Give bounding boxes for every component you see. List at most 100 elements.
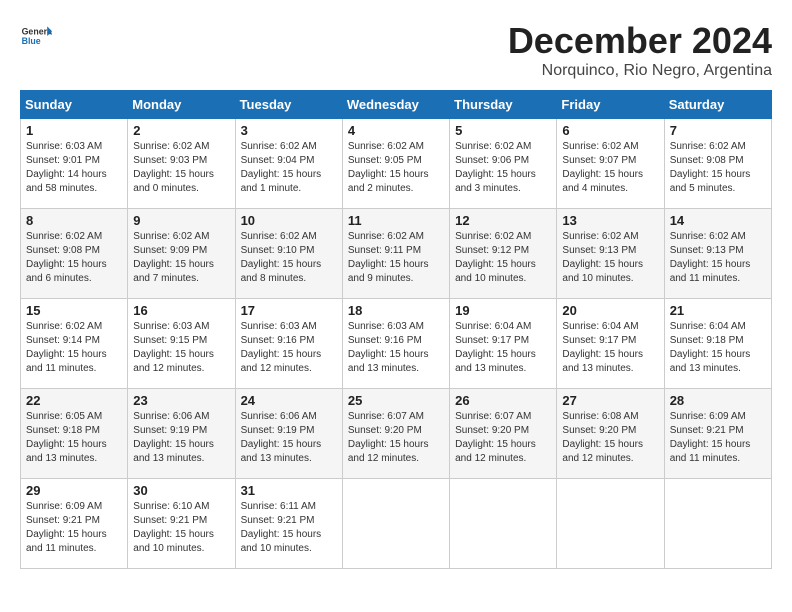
day-info: Sunrise: 6:03 AM Sunset: 9:15 PM Dayligh… — [133, 320, 229, 376]
logo-icon: General Blue — [20, 20, 52, 52]
svg-text:Blue: Blue — [22, 36, 41, 46]
calendar-cell — [342, 479, 449, 569]
day-info: Sunrise: 6:10 AM Sunset: 9:21 PM Dayligh… — [133, 500, 229, 556]
day-info: Sunrise: 6:05 AM Sunset: 9:18 PM Dayligh… — [26, 410, 122, 466]
title-block: December 2024 Norquinco, Rio Negro, Arge… — [508, 20, 772, 80]
day-number: 20 — [562, 303, 658, 318]
calendar-cell: 9Sunrise: 6:02 AM Sunset: 9:09 PM Daylig… — [128, 209, 235, 299]
calendar-cell: 19 Sunrise: 6:04 AM Sunset: 9:17 PM Dayli… — [450, 299, 557, 389]
calendar-cell: 31 Sunrise: 6:11 AM Sunset: 9:21 PM Dayli… — [235, 479, 342, 569]
calendar-cell: 10 Sunrise: 6:02 AM Sunset: 9:10 PM Dayli… — [235, 209, 342, 299]
day-number: 29 — [26, 483, 122, 498]
calendar-cell: 12Sunrise: 6:02 AM Sunset: 9:12 PM Dayli… — [450, 209, 557, 299]
calendar-cell — [664, 479, 771, 569]
week-row-3: 15Sunrise: 6:02 AM Sunset: 9:14 PM Dayli… — [21, 299, 772, 389]
day-number: 23 — [133, 393, 229, 408]
day-number: 21 — [670, 303, 766, 318]
day-info: Sunrise: 6:02 AM Sunset: 9:07 PM Dayligh… — [562, 140, 658, 196]
calendar-cell: 6 Sunrise: 6:02 AM Sunset: 9:07 PM Daylig… — [557, 119, 664, 209]
day-number: 11 — [348, 213, 444, 228]
day-info: Sunrise: 6:02 AM Sunset: 9:08 PM Dayligh… — [26, 230, 122, 286]
logo: General Blue — [20, 20, 52, 52]
day-number: 30 — [133, 483, 229, 498]
calendar-cell: 11 Sunrise: 6:02 AM Sunset: 9:11 PM Dayli… — [342, 209, 449, 299]
day-number: 15 — [26, 303, 122, 318]
calendar-cell: 25Sunrise: 6:07 AM Sunset: 9:20 PM Dayli… — [342, 389, 449, 479]
day-number: 31 — [241, 483, 337, 498]
day-number: 6 — [562, 123, 658, 138]
header-tuesday: Tuesday — [235, 91, 342, 119]
day-info: Sunrise: 6:03 AM Sunset: 9:16 PM Dayligh… — [348, 320, 444, 376]
calendar-cell: 15Sunrise: 6:02 AM Sunset: 9:14 PM Dayli… — [21, 299, 128, 389]
day-number: 28 — [670, 393, 766, 408]
day-number: 17 — [241, 303, 337, 318]
day-number: 19 — [455, 303, 551, 318]
day-info: Sunrise: 6:11 AM Sunset: 9:21 PM Dayligh… — [241, 500, 337, 556]
calendar-cell: 28Sunrise: 6:09 AM Sunset: 9:21 PM Dayli… — [664, 389, 771, 479]
day-number: 2 — [133, 123, 229, 138]
calendar-cell: 3 Sunrise: 6:02 AM Sunset: 9:04 PM Daylig… — [235, 119, 342, 209]
month-title: December 2024 — [508, 20, 772, 62]
calendar-cell: 4 Sunrise: 6:02 AM Sunset: 9:05 PM Daylig… — [342, 119, 449, 209]
calendar-cell — [450, 479, 557, 569]
calendar-cell: 22 Sunrise: 6:05 AM Sunset: 9:18 PM Dayli… — [21, 389, 128, 479]
day-number: 3 — [241, 123, 337, 138]
day-info: Sunrise: 6:02 AM Sunset: 9:04 PM Dayligh… — [241, 140, 337, 196]
day-number: 22 — [26, 393, 122, 408]
header-thursday: Thursday — [450, 91, 557, 119]
calendar-cell: 21 Sunrise: 6:04 AM Sunset: 9:18 PM Dayli… — [664, 299, 771, 389]
day-number: 16 — [133, 303, 229, 318]
day-info: Sunrise: 6:02 AM Sunset: 9:11 PM Dayligh… — [348, 230, 444, 286]
calendar-cell: 23 Sunrise: 6:06 AM Sunset: 9:19 PM Dayli… — [128, 389, 235, 479]
week-row-2: 8Sunrise: 6:02 AM Sunset: 9:08 PM Daylig… — [21, 209, 772, 299]
day-number: 1 — [26, 123, 122, 138]
week-row-4: 22 Sunrise: 6:05 AM Sunset: 9:18 PM Dayli… — [21, 389, 772, 479]
day-info: Sunrise: 6:02 AM Sunset: 9:06 PM Dayligh… — [455, 140, 551, 196]
calendar-cell — [557, 479, 664, 569]
day-number: 4 — [348, 123, 444, 138]
header-monday: Monday — [128, 91, 235, 119]
calendar-cell: 27 Sunrise: 6:08 AM Sunset: 9:20 PM Dayli… — [557, 389, 664, 479]
day-number: 9 — [133, 213, 229, 228]
calendar-cell: 7Sunrise: 6:02 AM Sunset: 9:08 PM Daylig… — [664, 119, 771, 209]
day-number: 5 — [455, 123, 551, 138]
day-info: Sunrise: 6:04 AM Sunset: 9:18 PM Dayligh… — [670, 320, 766, 376]
day-info: Sunrise: 6:02 AM Sunset: 9:12 PM Dayligh… — [455, 230, 551, 286]
calendar-cell: 18Sunrise: 6:03 AM Sunset: 9:16 PM Dayli… — [342, 299, 449, 389]
calendar-cell: 1Sunrise: 6:03 AM Sunset: 9:01 PM Daylig… — [21, 119, 128, 209]
calendar-cell: 26Sunrise: 6:07 AM Sunset: 9:20 PM Dayli… — [450, 389, 557, 479]
day-info: Sunrise: 6:04 AM Sunset: 9:17 PM Dayligh… — [455, 320, 551, 376]
week-row-1: 1Sunrise: 6:03 AM Sunset: 9:01 PM Daylig… — [21, 119, 772, 209]
calendar-cell: 30 Sunrise: 6:10 AM Sunset: 9:21 PM Dayli… — [128, 479, 235, 569]
header-wednesday: Wednesday — [342, 91, 449, 119]
day-number: 13 — [562, 213, 658, 228]
calendar-cell: 13Sunrise: 6:02 AM Sunset: 9:13 PM Dayli… — [557, 209, 664, 299]
day-number: 27 — [562, 393, 658, 408]
day-info: Sunrise: 6:08 AM Sunset: 9:20 PM Dayligh… — [562, 410, 658, 466]
calendar-cell: 5 Sunrise: 6:02 AM Sunset: 9:06 PM Daylig… — [450, 119, 557, 209]
day-number: 24 — [241, 393, 337, 408]
day-info: Sunrise: 6:02 AM Sunset: 9:13 PM Dayligh… — [670, 230, 766, 286]
day-info: Sunrise: 6:02 AM Sunset: 9:05 PM Dayligh… — [348, 140, 444, 196]
calendar-cell: 20Sunrise: 6:04 AM Sunset: 9:17 PM Dayli… — [557, 299, 664, 389]
header-saturday: Saturday — [664, 91, 771, 119]
day-number: 10 — [241, 213, 337, 228]
day-number: 14 — [670, 213, 766, 228]
day-number: 26 — [455, 393, 551, 408]
day-info: Sunrise: 6:06 AM Sunset: 9:19 PM Dayligh… — [133, 410, 229, 466]
calendar-table: SundayMondayTuesdayWednesdayThursdayFrid… — [20, 90, 772, 569]
calendar-cell: 14 Sunrise: 6:02 AM Sunset: 9:13 PM Dayli… — [664, 209, 771, 299]
week-row-5: 29 Sunrise: 6:09 AM Sunset: 9:21 PM Dayli… — [21, 479, 772, 569]
calendar-cell: 16 Sunrise: 6:03 AM Sunset: 9:15 PM Dayli… — [128, 299, 235, 389]
header-sunday: Sunday — [21, 91, 128, 119]
calendar-cell: 24Sunrise: 6:06 AM Sunset: 9:19 PM Dayli… — [235, 389, 342, 479]
day-info: Sunrise: 6:07 AM Sunset: 9:20 PM Dayligh… — [348, 410, 444, 466]
location-subtitle: Norquinco, Rio Negro, Argentina — [508, 62, 772, 80]
day-info: Sunrise: 6:02 AM Sunset: 9:10 PM Dayligh… — [241, 230, 337, 286]
calendar-cell: 17Sunrise: 6:03 AM Sunset: 9:16 PM Dayli… — [235, 299, 342, 389]
page-header: General Blue December 2024 Norquinco, Ri… — [20, 20, 772, 80]
header-row: SundayMondayTuesdayWednesdayThursdayFrid… — [21, 91, 772, 119]
calendar-cell: 29 Sunrise: 6:09 AM Sunset: 9:21 PM Dayli… — [21, 479, 128, 569]
calendar-cell: 2Sunrise: 6:02 AM Sunset: 9:03 PM Daylig… — [128, 119, 235, 209]
day-info: Sunrise: 6:09 AM Sunset: 9:21 PM Dayligh… — [26, 500, 122, 556]
